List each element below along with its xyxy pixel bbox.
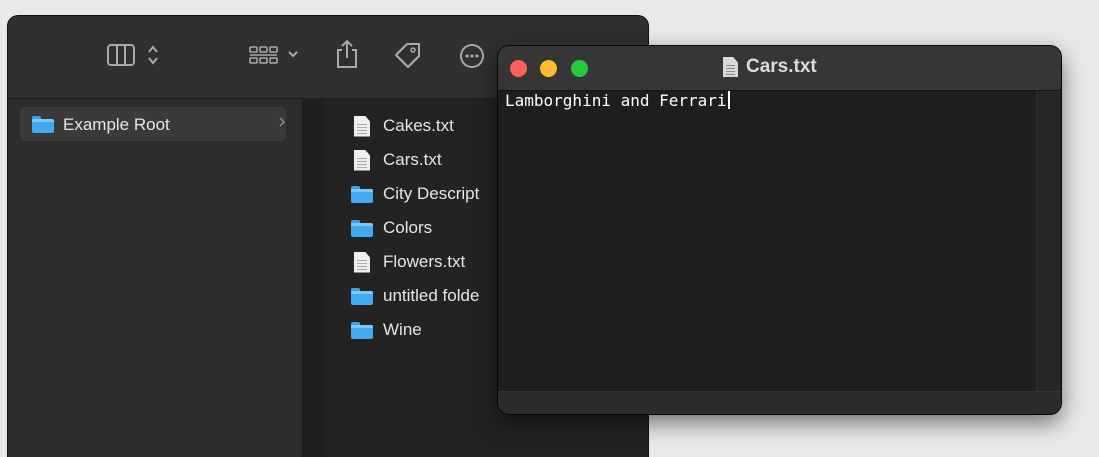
sidebar-item-label: Example Root <box>63 115 170 134</box>
file-name: City Descript <box>383 184 480 203</box>
group-by-icon[interactable] <box>248 42 306 73</box>
document-icon <box>723 57 738 77</box>
file-name: Colors <box>383 218 433 237</box>
vertical-scrollbar[interactable] <box>1036 91 1061 392</box>
file-name: Wine <box>383 320 422 339</box>
folder-icon <box>351 219 373 237</box>
file-item-cars[interactable]: Cars.txt <box>351 147 442 173</box>
share-icon[interactable] <box>334 38 360 75</box>
file-item-flowers[interactable]: Flowers.txt <box>351 249 465 275</box>
folder-icon <box>351 287 373 305</box>
folder-icon <box>32 116 54 133</box>
window-title-text: Cars.txt <box>746 56 817 77</box>
text-editor-window: Cars.txt Lamborghini and Ferrari <box>498 46 1061 414</box>
editor-titlebar[interactable]: Cars.txt <box>498 46 1061 91</box>
document-icon <box>354 149 370 171</box>
window-title: Cars.txt <box>723 56 817 78</box>
close-button[interactable] <box>510 60 527 77</box>
minimize-button[interactable] <box>540 60 557 77</box>
text-cursor <box>727 91 730 109</box>
file-item-city-description[interactable]: City Descript <box>351 181 479 207</box>
sidebar-item-example-root[interactable]: Example Root <box>20 107 286 141</box>
text-area[interactable] <box>498 91 1037 392</box>
file-item-wine[interactable]: Wine <box>351 317 422 343</box>
folder-icon <box>351 321 373 339</box>
more-actions-icon[interactable] <box>458 42 486 75</box>
horizontal-scrollbar[interactable] <box>498 391 1061 414</box>
file-item-untitled-folder[interactable]: untitled folde <box>351 283 479 309</box>
document-content: Lamborghini and Ferrari <box>505 91 727 110</box>
file-name: Cars.txt <box>383 150 442 169</box>
document-icon <box>354 115 370 137</box>
file-item-colors[interactable]: Colors <box>351 215 432 241</box>
document-text[interactable]: Lamborghini and Ferrari <box>505 91 730 110</box>
finder-sidebar: Example Root <box>8 99 303 457</box>
columns-view-icon[interactable] <box>106 42 136 73</box>
tag-icon[interactable] <box>392 40 424 75</box>
chevron-right-icon <box>278 115 286 132</box>
file-item-cakes[interactable]: Cakes.txt <box>351 113 454 139</box>
folder-icon <box>351 185 373 203</box>
column-divider[interactable] <box>303 99 323 457</box>
file-name: Flowers.txt <box>383 252 466 271</box>
file-name: untitled folde <box>383 286 480 305</box>
document-icon <box>354 251 370 273</box>
sort-chevrons-icon[interactable] <box>146 42 160 73</box>
file-name: Cakes.txt <box>383 116 454 135</box>
zoom-button[interactable] <box>571 60 588 77</box>
